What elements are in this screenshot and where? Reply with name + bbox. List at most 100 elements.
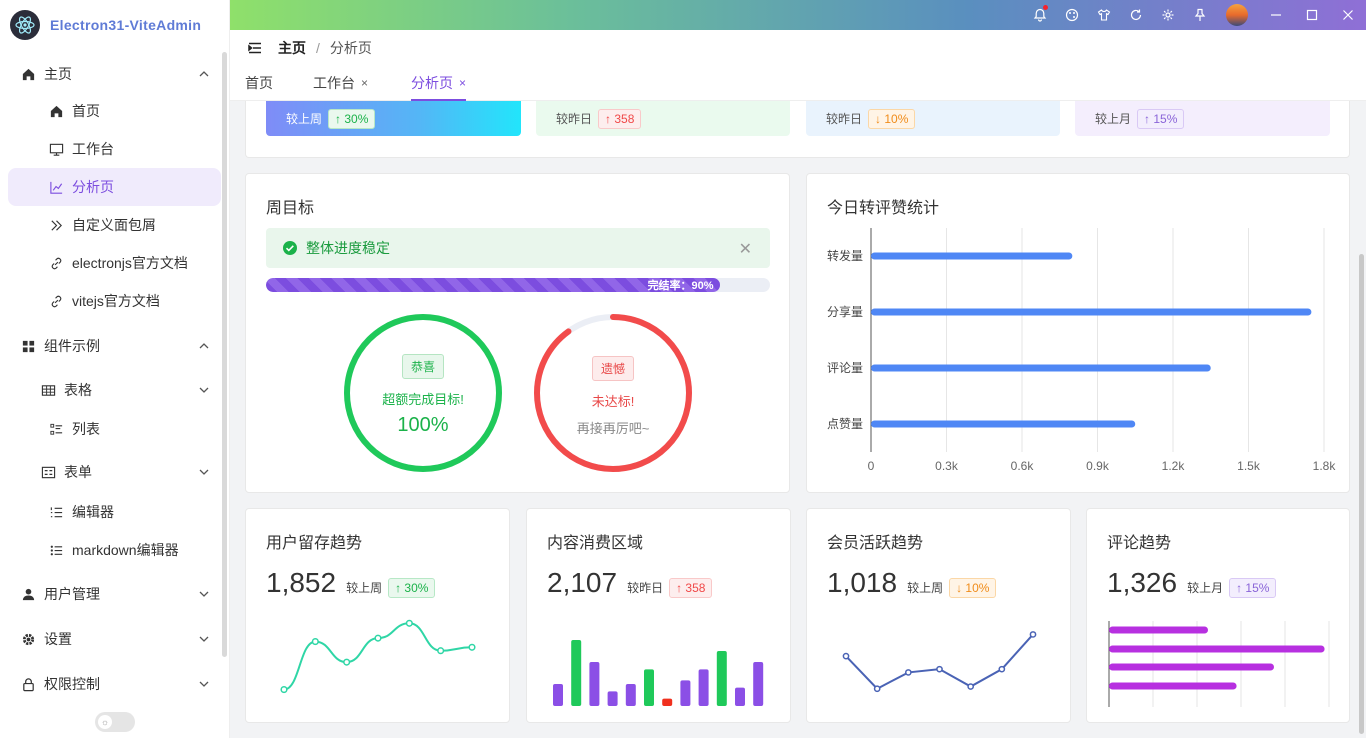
alert-text: 整体进度稳定 [306,240,390,256]
sidebar-item-2[interactable]: 工作台 [0,130,222,168]
sidebar-item-5[interactable]: electronjs官方文档 [0,244,222,282]
sidebar-item-11[interactable]: 编辑器 [0,493,222,531]
sidebar-item-13[interactable]: 用户管理 [0,572,222,616]
retention-line-chart [280,619,476,694]
notification-dot [1043,5,1048,10]
stat-compare-label: 较昨日 [556,112,593,126]
comment-trend-card: 评论趋势 1,326 较上月 ↑ 15% [1086,508,1350,723]
chevron-down-icon[interactable] [198,588,210,600]
bullet-list-icon [48,542,64,558]
sidebar-item-7[interactable]: 组件示例 [0,324,222,368]
check-circle-icon [283,241,297,255]
sidebar-item-label: 主页 [44,66,72,82]
settings-icon[interactable] [1152,0,1184,30]
sidebar-item-8[interactable]: 表格 [0,369,222,411]
point-1 [311,638,319,646]
stat-delta-badge: ↑ 15% [1137,108,1185,129]
close-icon[interactable]: × [459,76,466,90]
card-title: 会员活跃趋势 [827,535,924,552]
stat-delta-badge: ↑ 358 [598,108,642,129]
sidebar-item-4[interactable]: 自定义面包屑 [0,206,222,244]
palette-icon[interactable] [1056,0,1088,30]
regret-tag: 遗憾 [591,356,634,381]
x-tick-label: 0 [868,459,875,473]
close-icon[interactable]: ✕ [739,239,752,259]
sidebar-item-1[interactable]: 首页 [0,92,222,130]
bar-5 [644,669,654,706]
bar-2 [1109,663,1274,671]
sidebar-item-10[interactable]: 表单 [0,451,222,493]
main-scrollbar[interactable] [1359,254,1364,734]
bar-4 [625,684,636,706]
point-0 [842,652,850,660]
point-4 [405,619,413,627]
chevron-up-icon[interactable] [198,340,210,352]
bar-点赞量 [871,420,1136,428]
retention-card: 用户留存趋势 1,852 较上周 ↑ 30% [245,508,510,723]
success-percent: 100% [397,414,449,436]
refresh-icon[interactable] [1120,0,1152,30]
bar-分享量 [871,308,1312,316]
point-3 [374,634,382,642]
bar-2 [589,662,600,706]
tab-workbench[interactable]: 工作台 × [313,66,368,100]
sidebar-item-15[interactable]: 权限控制 [0,662,222,706]
point-3 [936,665,943,673]
bar-3 [607,691,618,706]
gear-icon [20,631,36,647]
sidebar-item-6[interactable]: vitejs官方文档 [0,282,222,320]
chevron-down-icon[interactable] [198,633,210,645]
sidebar-item-label: 用户管理 [44,586,100,602]
close-window-icon[interactable] [1330,0,1366,30]
bar-1 [1109,645,1325,653]
metric-delta: ↓ 10% [949,578,997,598]
pin-icon[interactable] [1184,0,1216,30]
chevron-down-icon[interactable] [198,384,210,396]
tab-home[interactable]: 首页 [245,66,273,100]
theme-toggle[interactable]: ☼ [95,712,135,732]
sidebar-item-label: 设置 [44,631,72,647]
minimize-icon[interactable] [1258,0,1294,30]
sidebar-item-label: 组件示例 [44,338,100,354]
weekly-goal-card: 周目标 整体进度稳定 ✕ 完结率：90% 恭喜 超额完成目标! 100% 遗憾 … [245,173,790,493]
table-icon [40,382,56,398]
home-icon [48,103,64,119]
breadcrumb-separator: / [316,40,320,56]
metric: 2,107 较昨日 ↑ 358 [547,567,713,599]
tab-bar: 首页 工作台 × 分析页 × [230,66,1366,101]
menu-fold-icon[interactable] [248,41,262,55]
metric-compare: 较上周 [346,581,383,595]
user-avatar[interactable] [1226,4,1248,26]
close-icon[interactable]: × [361,76,368,90]
metric-value: 1,326 [1107,567,1178,598]
bar-转发量 [871,252,1073,260]
chevron-down-icon[interactable] [198,466,210,478]
title-bar [230,0,1366,30]
tab-analysis[interactable]: 分析页 × [411,66,467,101]
chevron-up-icon[interactable] [198,68,210,80]
metric-compare: 较上周 [907,581,944,595]
stat-compare-label: 较上周 [286,112,323,126]
sidebar-item-14[interactable]: 设置 [0,617,222,661]
breadcrumb: 主页 / 分析页 [230,30,1366,66]
sidebar-item-0[interactable]: 主页 [0,52,222,96]
list-icon [48,421,64,437]
metric-delta: ↑ 358 [669,578,713,598]
sidebar-scrollbar[interactable] [222,52,227,657]
breadcrumb-root[interactable]: 主页 [278,38,306,58]
consumption-card: 内容消费区域 2,107 较昨日 ↑ 358 [526,508,791,723]
maximize-icon[interactable] [1294,0,1330,30]
ordered-list-icon [48,504,64,520]
bar-7 [680,680,691,706]
bar-0 [1109,626,1208,634]
sidebar-item-12[interactable]: markdown编辑器 [0,531,222,569]
bar-11 [753,662,764,706]
chevron-down-icon[interactable] [198,678,210,690]
electron-logo-icon [10,10,40,40]
sidebar-item-3[interactable]: 分析页 [8,168,221,206]
tshirt-icon[interactable] [1088,0,1120,30]
sidebar-item-9[interactable]: 列表 [0,410,222,448]
bell-icon[interactable] [1024,0,1056,30]
y-category-label: 点赞量 [827,417,863,431]
y-category-label: 评论量 [827,361,863,375]
